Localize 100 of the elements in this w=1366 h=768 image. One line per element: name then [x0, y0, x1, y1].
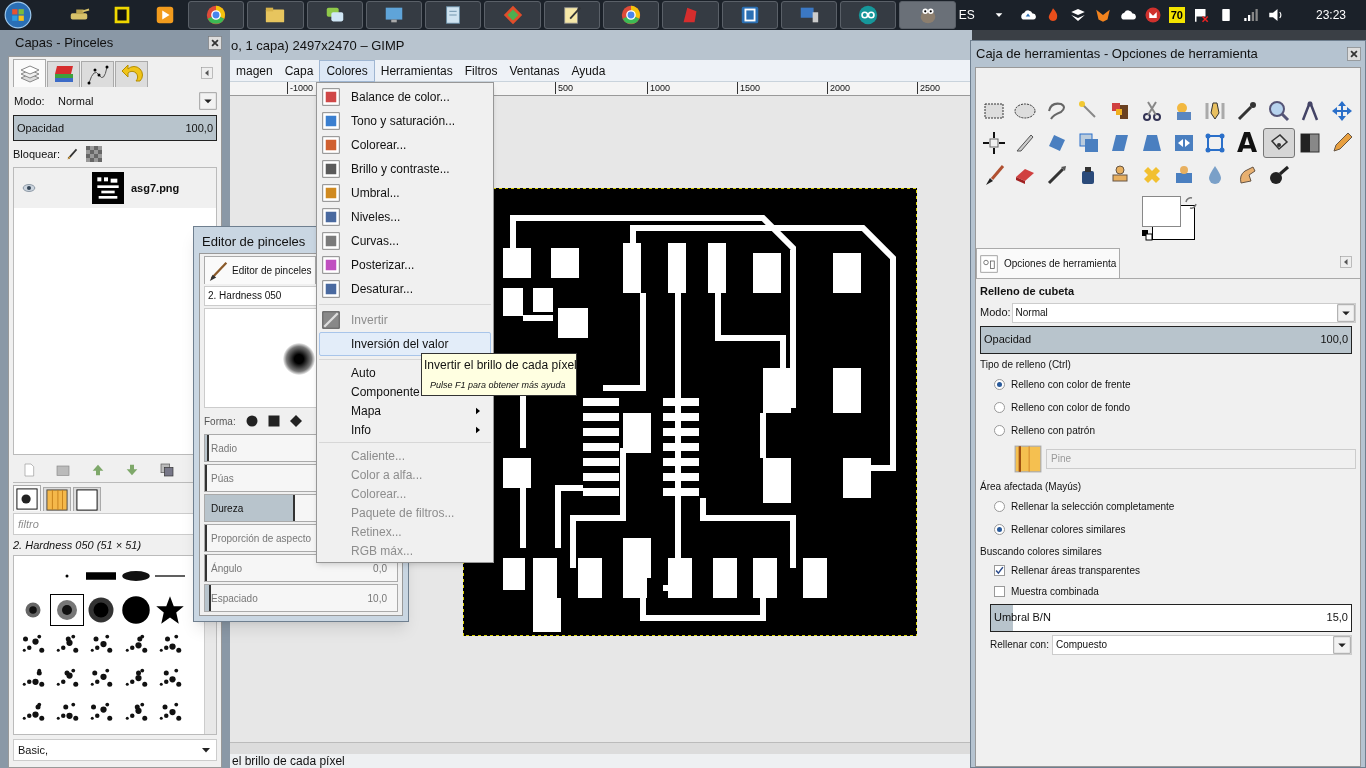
menu-item-icon: [322, 112, 340, 130]
menu-item-icon: [322, 136, 340, 154]
menu-item[interactable]: Tono y saturación...: [319, 109, 491, 133]
ruler-label: 2000: [827, 82, 851, 94]
taskbar-button[interactable]: [721, 1, 778, 29]
layer-name: asg7.png: [131, 180, 180, 196]
color-swatches-icon[interactable]: [1142, 196, 1198, 242]
radio-option[interactable]: Relleno con patrón: [980, 420, 1356, 441]
checkerboard-icon[interactable]: [86, 146, 103, 162]
window-title: o, 1 capa) 2497x2470 – GIMP: [228, 30, 972, 60]
menu-item[interactable]: Mapa: [319, 401, 491, 420]
threshold-slider[interactable]: Umbral B/N 15,0: [990, 603, 1352, 632]
menu-item[interactable]: Umbral...: [319, 181, 491, 205]
play-icon[interactable]: [154, 4, 176, 26]
menu-item[interactable]: Colorear...: [319, 133, 491, 157]
tag-dropdown[interactable]: Basic,: [13, 739, 217, 761]
diamond-icon: [501, 4, 524, 26]
duplicate-icon[interactable]: [158, 461, 175, 478]
menu-item[interactable]: Brillo y contraste...: [319, 157, 491, 181]
ruler-label: 1500: [737, 82, 761, 94]
browser-icon: [620, 4, 643, 26]
menu-item[interactable]: Ventanas: [503, 59, 566, 82]
shape-label: Forma:: [204, 414, 236, 429]
radio-option[interactable]: Relleno con color de fondo: [980, 397, 1356, 418]
blank-swatch-icon: [76, 488, 98, 511]
magnifier-icon: [1266, 99, 1291, 123]
mode-dropdown[interactable]: Normal: [58, 91, 217, 111]
menu-item[interactable]: Colores: [319, 59, 375, 82]
tab-menu-icon[interactable]: [201, 67, 213, 79]
menu-item-icon: [322, 208, 340, 226]
caret-icon[interactable]: [993, 10, 1004, 20]
taskbar-button[interactable]: [306, 1, 363, 29]
menu-item[interactable]: Herramientas: [374, 59, 459, 82]
signal-bars-icon[interactable]: [1241, 6, 1260, 24]
wood-pattern-icon[interactable]: [1014, 443, 1042, 474]
submenu-arrow-icon: [474, 406, 482, 415]
fill-with-dropdown[interactable]: Compuesto: [1051, 634, 1352, 655]
brush-swatch[interactable]: [50, 594, 85, 626]
browser-icon: [205, 4, 228, 26]
window-title: Capas - Pinceles: [15, 34, 114, 53]
lock-label: Bloquear:: [13, 146, 61, 162]
taskbar-button[interactable]: [840, 1, 897, 29]
opacity-slider[interactable]: Opacidad 100,0: [980, 325, 1352, 354]
menu-item[interactable]: Inversión del valor: [319, 332, 491, 356]
notification-badge[interactable]: 70: [1168, 7, 1185, 23]
start-orb-icon[interactable]: [4, 1, 32, 29]
scale-icon: [1076, 131, 1101, 155]
checkbox-option[interactable]: Rellenar áreas transparentes: [980, 561, 1356, 580]
taskbar-button[interactable]: [602, 1, 660, 29]
menu-item[interactable]: Filtros: [458, 59, 504, 82]
editor-tab[interactable]: Editor de pinceles: [204, 256, 316, 284]
horizontal-scrollbar[interactable]: [228, 742, 972, 754]
tool-button[interactable]: A: [1231, 128, 1263, 158]
radio-option[interactable]: Rellenar la selección completamente: [980, 496, 1356, 517]
brush-preview-icon: [16, 487, 38, 510]
wood-pattern-icon: [46, 488, 68, 511]
menu-item[interactable]: Balance de color...: [319, 85, 491, 109]
options-tab[interactable]: Opciones de herramienta: [976, 248, 1121, 278]
ruler-label: 500: [555, 82, 574, 94]
menu-item-icon: [322, 160, 340, 178]
tooltip-hint: Pulse F1 para obtener más ayuda: [429, 379, 567, 392]
close-icon[interactable]: [208, 36, 222, 50]
diamond-shape-icon[interactable]: [289, 415, 302, 427]
taskbar-button[interactable]: [543, 1, 600, 29]
tool-button[interactable]: [1263, 128, 1295, 158]
mode-dropdown[interactable]: Normal: [1011, 302, 1356, 323]
circle-shape-icon[interactable]: [245, 415, 258, 427]
infinity-icon: [857, 4, 880, 26]
menu-item[interactable]: Capa: [278, 59, 320, 82]
checkbox-option[interactable]: Muestra combinada: [980, 582, 1356, 601]
dock-tab[interactable]: [13, 485, 41, 511]
taskbar-button[interactable]: [425, 1, 482, 29]
menu-item[interactable]: Posterizar...: [319, 253, 491, 277]
ruler-label: 2500: [917, 82, 941, 94]
tab-menu-icon[interactable]: [1340, 256, 1352, 268]
clock[interactable]: 23:23: [1315, 6, 1346, 24]
taskbar-button[interactable]: [365, 1, 423, 29]
section-label: Tipo de relleno (Ctrl): [980, 357, 1072, 372]
taskbar-button[interactable]: [247, 1, 304, 29]
menu-item[interactable]: magen: [230, 59, 279, 82]
radio-option[interactable]: Relleno con color de frente: [980, 374, 1356, 395]
opacity-slider[interactable]: Opacidad 100,0: [13, 115, 217, 141]
menu-item[interactable]: Ayuda: [565, 59, 612, 82]
brush-shape: [283, 343, 315, 375]
taskbar-button[interactable]: [188, 1, 245, 29]
menu-item[interactable]: Curvas...: [319, 229, 491, 253]
dock-tab[interactable]: [81, 61, 114, 87]
language-indicator[interactable]: ES: [958, 6, 975, 24]
pencil-icon: [1330, 131, 1355, 155]
layer-row[interactable]: asg7.png: [14, 168, 216, 208]
section-label: Buscando colores similares: [980, 544, 1103, 559]
taskbar-button[interactable]: [780, 1, 838, 29]
menu-item[interactable]: Niveles...: [319, 205, 491, 229]
close-icon[interactable]: [1347, 47, 1361, 61]
radio-option[interactable]: Rellenar colores similares: [980, 519, 1356, 540]
brush-slider[interactable]: Espaciado 10,0: [204, 584, 398, 612]
square-shape-icon[interactable]: [267, 415, 280, 427]
gradient-icon: [1298, 131, 1323, 155]
crosshair-arrows-icon: [981, 131, 1006, 155]
mail-circle-icon[interactable]: [1143, 6, 1162, 24]
